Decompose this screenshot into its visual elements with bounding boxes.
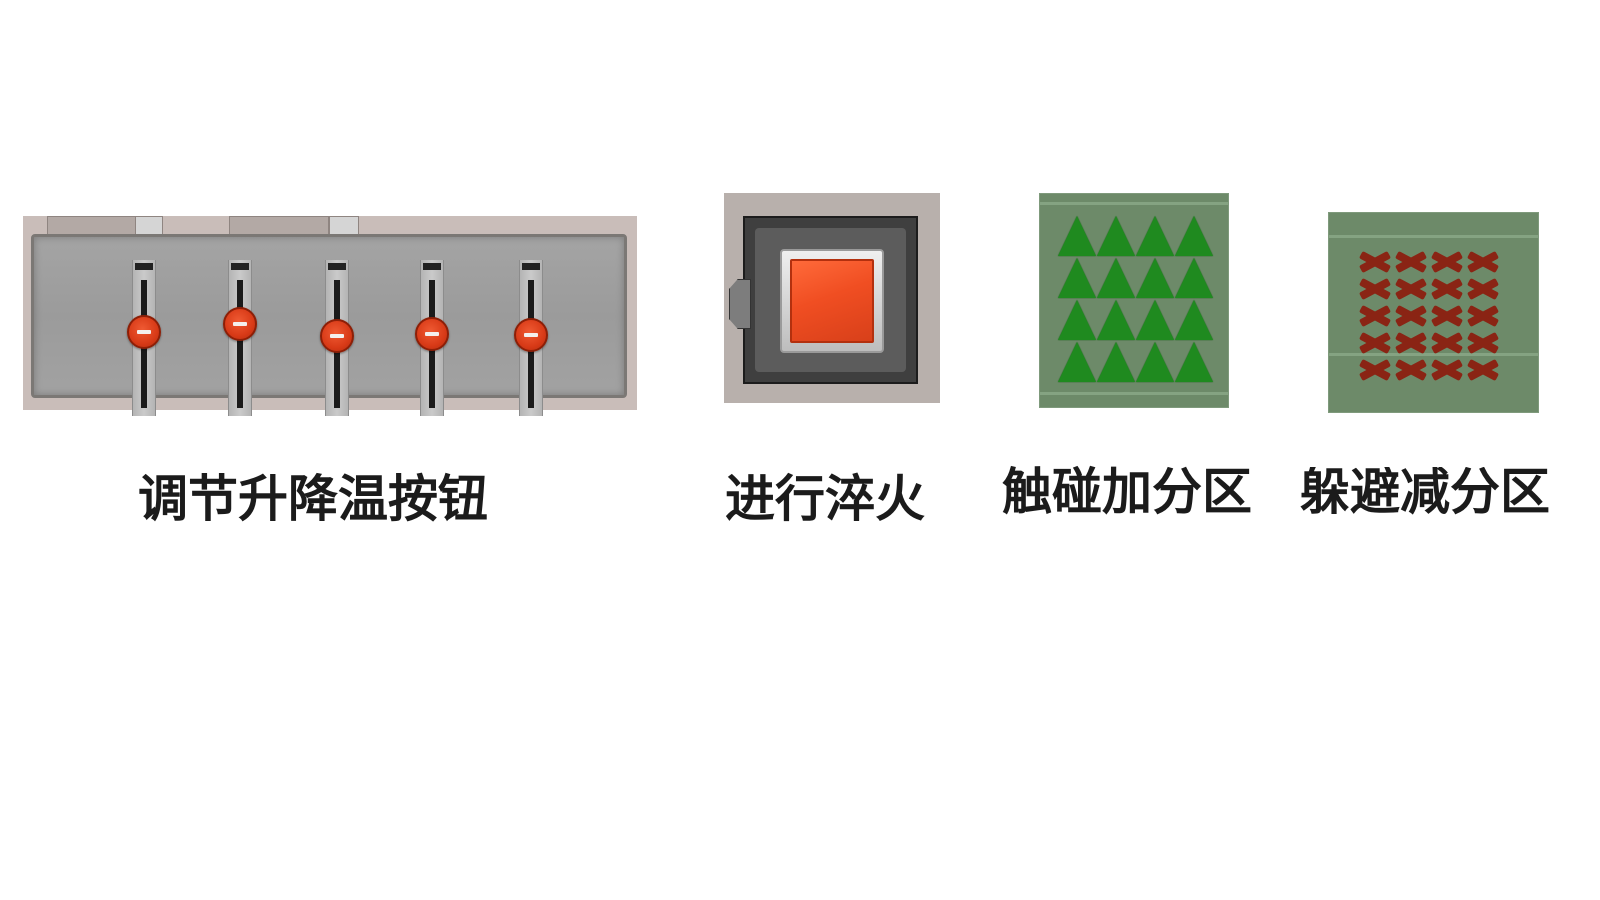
minus-icon[interactable] bbox=[320, 319, 354, 354]
triangle-icon bbox=[1136, 258, 1174, 298]
x-mark-icon bbox=[1429, 249, 1465, 275]
triangle-icon bbox=[1136, 216, 1174, 256]
slider-cap bbox=[135, 263, 153, 270]
tile-stripe bbox=[1329, 235, 1538, 238]
temperature-caption: 调节升降温按钮 bbox=[138, 470, 488, 528]
tile-stripe bbox=[1040, 392, 1228, 395]
triangle-icon bbox=[1175, 258, 1213, 298]
slider-track bbox=[237, 280, 243, 408]
triangle-icon bbox=[1136, 342, 1174, 382]
x-mark-icon bbox=[1465, 357, 1501, 383]
avoid-zone-caption: 躲避减分区 bbox=[1300, 467, 1550, 517]
slider-cap bbox=[423, 263, 441, 270]
x-mark-icon bbox=[1357, 303, 1393, 329]
triangle-icon bbox=[1097, 342, 1135, 382]
triangle-icon bbox=[1058, 342, 1096, 382]
slider-5[interactable] bbox=[514, 260, 548, 416]
x-mark-icon bbox=[1357, 330, 1393, 356]
panel-clip bbox=[329, 216, 359, 236]
triangle-icon bbox=[1136, 300, 1174, 340]
triangle-icon bbox=[1058, 300, 1096, 340]
x-mark-icon bbox=[1465, 249, 1501, 275]
bonus-zone-tile bbox=[1039, 193, 1229, 408]
x-mark-icon bbox=[1357, 276, 1393, 302]
triangle-icon bbox=[1097, 258, 1135, 298]
quench-button-face[interactable] bbox=[790, 259, 874, 343]
slider-4[interactable] bbox=[415, 260, 449, 416]
slider-cap bbox=[231, 263, 249, 270]
temperature-slider-panel bbox=[23, 216, 637, 416]
minus-icon[interactable] bbox=[514, 318, 548, 353]
avoid-zone-tile bbox=[1328, 212, 1539, 413]
triangle-grid bbox=[1058, 216, 1213, 382]
x-mark-icon bbox=[1393, 249, 1429, 275]
triangle-icon bbox=[1058, 216, 1096, 256]
x-mark-icon bbox=[1357, 357, 1393, 383]
frame-side-tab bbox=[729, 279, 751, 329]
x-mark-icon bbox=[1429, 276, 1465, 302]
panel-clip bbox=[135, 216, 163, 236]
x-mark-icon bbox=[1393, 303, 1429, 329]
slider-2[interactable] bbox=[223, 260, 257, 416]
triangle-icon bbox=[1175, 300, 1213, 340]
slider-cap bbox=[522, 263, 540, 270]
x-mark-icon bbox=[1393, 357, 1429, 383]
x-mark-icon bbox=[1393, 276, 1429, 302]
triangle-icon bbox=[1058, 258, 1096, 298]
triangle-icon bbox=[1175, 342, 1213, 382]
triangle-icon bbox=[1097, 300, 1135, 340]
x-mark-icon bbox=[1465, 303, 1501, 329]
slider-panel-inner bbox=[31, 234, 627, 416]
quench-tile bbox=[724, 193, 940, 403]
slider-1[interactable] bbox=[127, 260, 161, 416]
x-mark-icon bbox=[1393, 330, 1429, 356]
x-mark-icon bbox=[1357, 249, 1393, 275]
tile-stripe bbox=[1040, 202, 1228, 205]
slider-cap bbox=[328, 263, 346, 270]
minus-icon[interactable] bbox=[415, 316, 449, 351]
panel-notch bbox=[229, 216, 329, 236]
triangle-icon bbox=[1097, 216, 1135, 256]
panel-notch bbox=[47, 216, 137, 236]
minus-icon[interactable] bbox=[127, 315, 161, 350]
x-mark-icon bbox=[1429, 330, 1465, 356]
x-mark-icon bbox=[1465, 276, 1501, 302]
quench-button[interactable] bbox=[780, 249, 884, 353]
slider-3[interactable] bbox=[320, 260, 354, 416]
x-mark-grid bbox=[1357, 249, 1501, 383]
quench-caption: 进行淬火 bbox=[725, 470, 925, 528]
triangle-icon bbox=[1175, 216, 1213, 256]
x-mark-icon bbox=[1465, 330, 1501, 356]
bonus-zone-caption: 触碰加分区 bbox=[1002, 463, 1252, 521]
x-mark-icon bbox=[1429, 357, 1465, 383]
minus-icon[interactable] bbox=[223, 306, 257, 341]
x-mark-icon bbox=[1429, 303, 1465, 329]
